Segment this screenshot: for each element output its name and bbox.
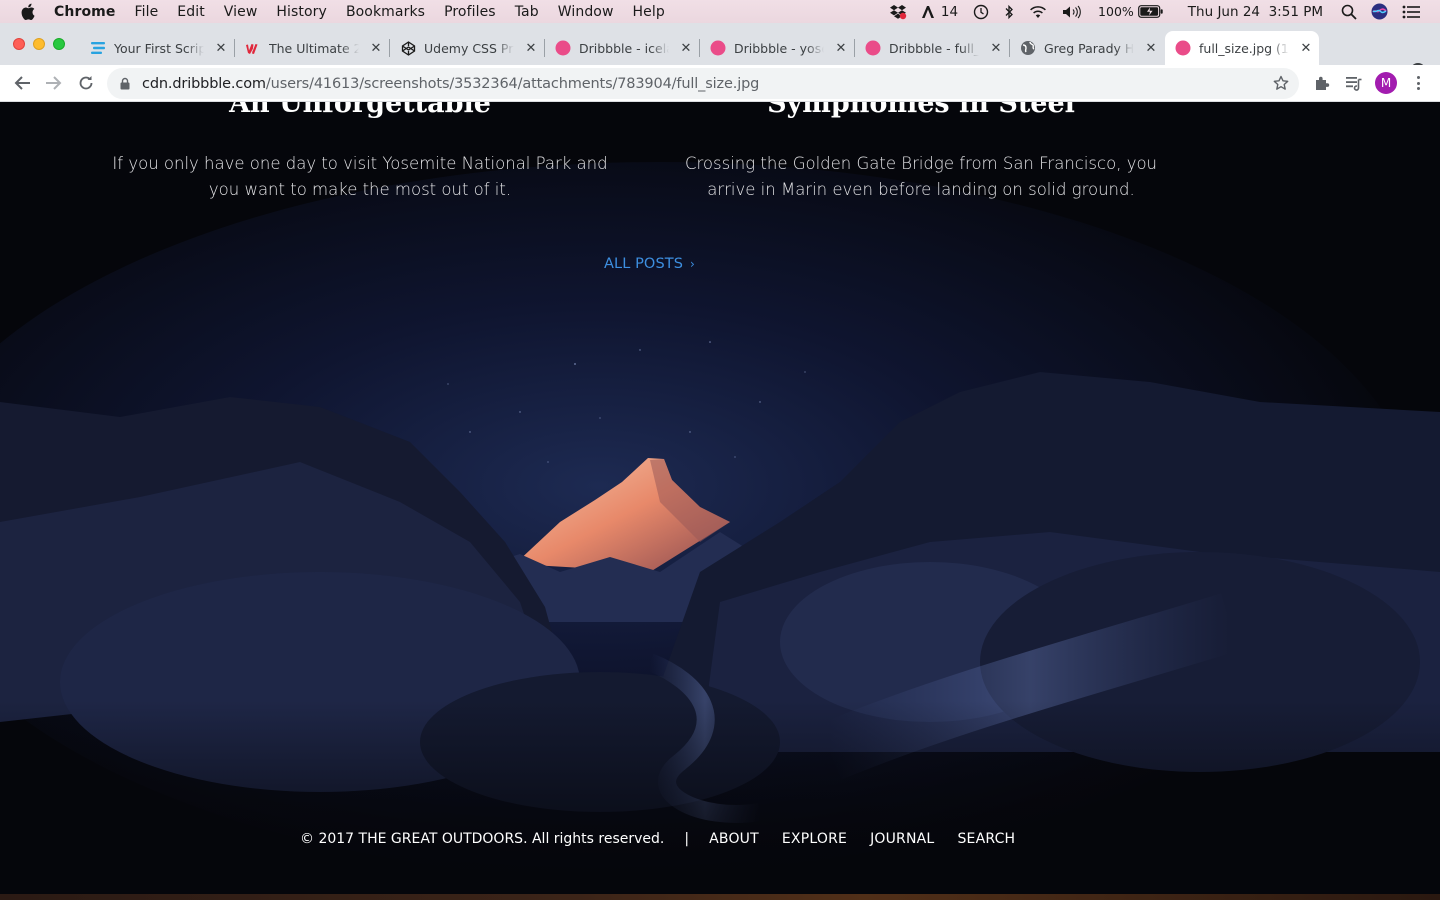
tab-title: Udemy CSS Pro [424,40,514,56]
footer-link-journal[interactable]: JOURNAL [870,831,934,847]
apple-menu-icon[interactable] [19,3,37,21]
codepen-icon [400,40,416,56]
footer-link-explore[interactable]: EXPLORE [782,831,847,847]
tab-close-icon[interactable]: ✕ [369,41,383,56]
menu-view[interactable]: View [224,4,258,20]
siri-icon[interactable] [1371,3,1388,20]
status-area: 14 100% Thu Jun 24 3:51 PM [889,0,1440,23]
tab-title: Your First Script [114,40,204,56]
dribbble-icon [710,40,726,56]
tab-close-icon[interactable]: ✕ [834,41,848,56]
script-icon [90,40,106,56]
tab-close-icon[interactable]: ✕ [1299,41,1313,56]
tab-your-first-script[interactable]: Your First Script ✕ [80,31,235,65]
bluetooth-icon[interactable] [1004,4,1014,20]
reading-list-icon[interactable] [1345,74,1363,92]
bookmark-star-icon[interactable] [1273,75,1289,96]
window-close-button[interactable] [13,38,25,50]
dribbble-icon [865,40,881,56]
reload-icon[interactable] [76,73,96,93]
footer-link-about[interactable]: ABOUT [709,831,759,847]
profile-avatar[interactable]: M [1375,72,1397,94]
back-arrow-icon[interactable] [12,73,32,93]
browser-toolbar: cdn.dribbble.com/users/41613/screenshots… [0,65,1440,102]
lock-icon[interactable] [120,77,132,91]
footer-divider: | [684,831,690,847]
tab-title: Greg Parady Home [1044,40,1134,56]
udemy-u-icon [245,40,261,56]
battery-percent: 100% [1098,4,1134,19]
window-controls [13,38,65,50]
copyright-text: © 2017 THE GREAT OUTDOORS. All rights re… [300,831,665,847]
menu-help[interactable]: Help [633,4,665,20]
chevron-right-icon: › [690,257,695,271]
window-minimize-button[interactable] [33,38,45,50]
site-footer: © 2017 THE GREAT OUTDOORS. All rights re… [300,831,1038,847]
card-text-right: Crossing the Golden Gate Bridge from San… [684,154,1158,199]
tab-the-ultimate[interactable]: The Ultimate 2021 ✕ [235,31,390,65]
macos-menu-bar: Chrome File Edit View History Bookmarks … [0,0,1440,23]
dribbble-icon [1175,40,1191,56]
tab-close-icon[interactable]: ✕ [214,41,228,56]
menu-file[interactable]: File [134,4,158,20]
tab-dribbble-full-size[interactable]: Dribbble - full_size ✕ [855,31,1010,65]
url-host: cdn.dribbble.com [142,75,266,92]
tab-full-size-jpg[interactable]: full_size.jpg (1600 ✕ [1165,31,1319,65]
tab-title: Dribbble - yosemite [734,40,824,56]
adobe-badge-count: 14 [940,3,959,20]
menu-tab[interactable]: Tab [515,4,539,20]
url-path: /users/41613/screenshots/3532364/attachm… [265,75,760,92]
tab-close-icon[interactable]: ✕ [989,41,1003,56]
adobe-cc-icon[interactable]: 14 [921,4,958,20]
wifi-icon[interactable] [1028,5,1048,19]
tab-title: Dribbble - iceland [579,40,669,56]
footer-link-search[interactable]: SEARCH [957,831,1015,847]
menu-edit[interactable]: Edit [177,4,205,20]
globe-icon [1020,40,1036,56]
battery-icon [1137,5,1163,18]
volume-icon[interactable] [1062,5,1084,19]
all-posts-link[interactable]: ALL POSTS › [604,256,695,272]
dribbble-icon [555,40,571,56]
battery-status[interactable]: 100% [1098,4,1164,19]
address-bar[interactable]: cdn.dribbble.com/users/41613/screenshots… [107,68,1299,99]
menu-profiles[interactable]: Profiles [444,4,496,20]
clock[interactable]: Thu Jun 24 3:51 PM [1188,4,1323,20]
next-image-edge [0,894,1440,900]
dropbox-icon[interactable] [889,4,907,20]
url-text: cdn.dribbble.com/users/41613/screenshots… [142,76,759,92]
card-text-left: If you only have one day to visit Yosemi… [112,154,608,199]
tab-udemy-css[interactable]: Udemy CSS Pro ✕ [390,31,545,65]
window-zoom-button[interactable] [53,38,65,50]
control-center-icon[interactable] [1402,5,1420,19]
tab-dribbble-iceland[interactable]: Dribbble - iceland ✕ [545,31,700,65]
card-title-right[interactable]: Symphonies in Steel [661,102,1181,119]
tab-title: The Ultimate 2021 [269,40,359,56]
tab-close-icon[interactable]: ✕ [679,41,693,56]
menu-window[interactable]: Window [558,4,614,20]
menu-bookmarks[interactable]: Bookmarks [346,4,425,20]
tab-close-icon[interactable]: ✕ [524,41,538,56]
tab-close-icon[interactable]: ✕ [1144,41,1158,56]
card-title-left[interactable]: An Unforgettable [100,102,620,119]
forward-arrow-icon[interactable] [44,73,64,93]
tab-dribbble-yosemite[interactable]: Dribbble - yosemite ✕ [700,31,855,65]
all-posts-label: ALL POSTS [604,256,684,272]
tab-strip: Your First Script ✕ The Ultimate 2021 ✕ … [0,23,1440,81]
tab-greg-parady[interactable]: Greg Parady Home ✕ [1010,31,1165,65]
extensions-puzzle-icon[interactable] [1313,74,1331,92]
time-machine-icon[interactable] [972,3,990,21]
page-viewport: An Unforgettable If you only have one da… [0,102,1440,900]
tab-title: full_size.jpg (1600 [1199,40,1289,56]
tab-title: Dribbble - full_size [889,40,979,56]
menu-history[interactable]: History [276,4,327,20]
mountain-hero-image [0,102,1440,900]
menu-app-name[interactable]: Chrome [54,4,115,20]
chrome-menu-icon[interactable] [1412,74,1424,92]
spotlight-search-icon[interactable] [1341,4,1357,20]
